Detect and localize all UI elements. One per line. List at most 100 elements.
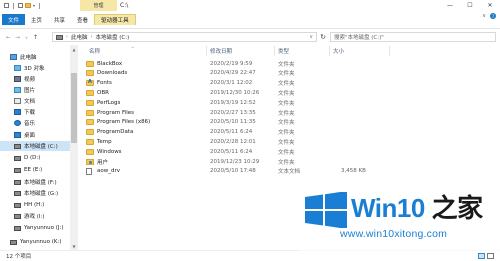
file-type: 文件夹: [278, 100, 295, 107]
folder-icon: [86, 70, 94, 77]
tab-drive-tools[interactable]: 驱动器工具: [94, 14, 136, 25]
file-date: 2020/5/10 17:48: [210, 168, 256, 175]
documents-icon: [14, 98, 21, 104]
nav-item-3d-objects[interactable]: 3D 对象: [14, 63, 78, 73]
nav-item-drive-j[interactable]: Yanyunnuo (J:): [14, 223, 78, 233]
nav-item-drive-e[interactable]: EE (E:): [14, 165, 78, 175]
table-row[interactable]: BlackBox 2020/2/19 9:59 文件夹: [86, 59, 406, 68]
nav-item-this-pc[interactable]: 此电脑: [10, 52, 78, 62]
chevron-right-icon[interactable]: ›: [91, 34, 93, 40]
drive-icon: [14, 179, 21, 185]
file-name: Program Files: [97, 109, 135, 116]
recent-dropdown-icon[interactable]: ∨: [22, 33, 31, 42]
expand-ribbon-icon[interactable]: ∨: [482, 13, 486, 19]
nav-item-desktop[interactable]: 桌面: [14, 130, 78, 140]
breadcrumb-drive-c[interactable]: 本地磁盘 (C:): [96, 33, 130, 41]
file-type: 文件夹: [278, 110, 295, 117]
watermark-url: www.win10xitong.com: [340, 228, 448, 240]
chevron-right-icon[interactable]: ›: [66, 34, 68, 40]
nav-scrollbar[interactable]: ▲ ▼: [70, 45, 78, 250]
help-icon[interactable]: ?: [490, 13, 496, 19]
check-icon[interactable]: [18, 3, 23, 8]
divider: [39, 2, 41, 9]
table-row[interactable]: PerfLogs 2019/3/19 12:52 文件夹: [86, 98, 406, 107]
download-icon: [14, 109, 21, 115]
nav-item-music[interactable]: 音乐: [14, 118, 78, 128]
close-button[interactable]: ✕: [480, 0, 500, 11]
table-row[interactable]: ProgramData 2020/5/11 6:24 文件夹: [86, 128, 406, 137]
nav-item-drive-g[interactable]: 本地磁盘 (G:): [14, 188, 78, 198]
file-name: Fonts: [97, 80, 112, 87]
forward-arrow-icon[interactable]: →: [13, 33, 22, 42]
ribbon-right: ∨ ?: [482, 13, 496, 19]
up-arrow-icon[interactable]: ↑: [31, 33, 40, 42]
tab-home[interactable]: 主页: [25, 14, 48, 25]
nav-item-drive-f[interactable]: 本地磁盘 (F:): [14, 177, 78, 187]
column-header-size[interactable]: 大小: [330, 46, 390, 56]
nav-item-documents[interactable]: 文档: [14, 96, 78, 106]
customize-dropdown-icon[interactable]: ▾: [33, 3, 35, 8]
refresh-icon[interactable]: ↻: [318, 32, 328, 42]
back-arrow-icon[interactable]: ←: [4, 33, 13, 42]
desktop-icon: [14, 132, 21, 138]
tab-share[interactable]: 共享: [48, 14, 71, 25]
title-bar: ▾ 管理 C:\ — ☐ ✕: [0, 0, 500, 11]
column-header-date[interactable]: 修改日期: [207, 46, 275, 56]
scroll-down-icon[interactable]: ▼: [70, 242, 78, 250]
nav-item-videos[interactable]: 视频: [14, 74, 78, 84]
search-box[interactable]: 搜索"本地磁盘 (C:)": [330, 32, 496, 42]
file-type: 文件夹: [278, 139, 295, 146]
nav-item-drive-i[interactable]: 游戏 (I:): [14, 211, 78, 221]
nav-item-pictures[interactable]: 图片: [14, 85, 78, 95]
file-date: 2020/4/29 22:47: [210, 70, 256, 77]
nav-item-drive-h[interactable]: HH (H:): [14, 200, 78, 210]
table-row[interactable]: Temp 2020/2/28 12:01 文件夹: [86, 137, 406, 146]
breadcrumb-this-pc[interactable]: 此电脑: [71, 33, 88, 41]
folder-icon: [86, 138, 94, 145]
table-row[interactable]: Windows 2020/5/11 6:24 文件夹: [86, 147, 406, 156]
nav-item-drive-k[interactable]: Yanyunnuo (K:): [10, 237, 78, 247]
tab-view[interactable]: 查看: [71, 14, 94, 25]
table-row[interactable]: Program Files (x86) 2020/5/10 11:35 文件夹: [86, 118, 406, 127]
nav-item-drive-d[interactable]: D (D:): [14, 153, 78, 163]
properties-icon[interactable]: [4, 3, 9, 8]
maximize-button[interactable]: ☐: [460, 0, 480, 11]
table-row[interactable]: 用户 2019/12/23 10:29 文件夹: [86, 157, 406, 166]
nav-item-downloads[interactable]: 下载: [14, 107, 78, 117]
file-type: 文件夹: [278, 90, 295, 97]
column-header-name[interactable]: 名称 ^: [86, 46, 207, 56]
minimize-button[interactable]: —: [440, 0, 460, 11]
scroll-thumb[interactable]: [71, 73, 77, 143]
file-type: 文件夹: [278, 130, 295, 137]
tab-file[interactable]: 文件: [2, 14, 26, 25]
table-row[interactable]: OBR 2019/12/30 10:26 文件夹: [86, 88, 406, 97]
drive-icon: [56, 34, 63, 40]
drive-icon: [14, 213, 21, 219]
address-bar[interactable]: › 此电脑 › 本地磁盘 (C:) ∨: [52, 32, 317, 42]
file-date: 2019/12/30 10:26: [210, 89, 260, 96]
address-dropdown-icon[interactable]: ∨: [309, 34, 313, 40]
file-date: 2019/12/23 10:29: [210, 158, 260, 165]
column-header-type[interactable]: 类型: [275, 46, 330, 56]
quick-access-toolbar: ▾: [0, 2, 42, 9]
details-view-icon[interactable]: [478, 253, 485, 259]
watermark-title: Win10 之家: [351, 193, 483, 223]
file-date: 2020/3/1 12:02: [210, 80, 253, 87]
nav-item-drive-c[interactable]: 本地磁盘 (C:): [0, 141, 70, 151]
folder-icon[interactable]: [25, 3, 31, 8]
table-row[interactable]: aow_drv 2020/5/10 17:48 文本文档 3,458 KB: [86, 167, 406, 176]
drive-icon: [14, 190, 21, 196]
folder-icon: [86, 99, 94, 106]
file-date: 2020/5/11 6:24: [210, 129, 253, 136]
table-row[interactable]: Downloads 2020/4/29 22:47 文件夹: [86, 69, 406, 78]
large-icons-view-icon[interactable]: [487, 253, 494, 259]
scroll-up-icon[interactable]: ▲: [70, 45, 78, 53]
windows-logo-icon: [305, 192, 347, 228]
table-row[interactable]: Fonts 2020/3/1 12:02 文件夹: [86, 79, 406, 88]
file-type: 文件夹: [278, 61, 295, 68]
file-name: PerfLogs: [97, 99, 121, 106]
file-type: 文件夹: [278, 120, 295, 127]
drive-icon: [14, 143, 21, 149]
file-date: 2020/2/27 13:35: [210, 109, 256, 116]
table-row[interactable]: Program Files 2020/2/27 13:35 文件夹: [86, 108, 406, 117]
